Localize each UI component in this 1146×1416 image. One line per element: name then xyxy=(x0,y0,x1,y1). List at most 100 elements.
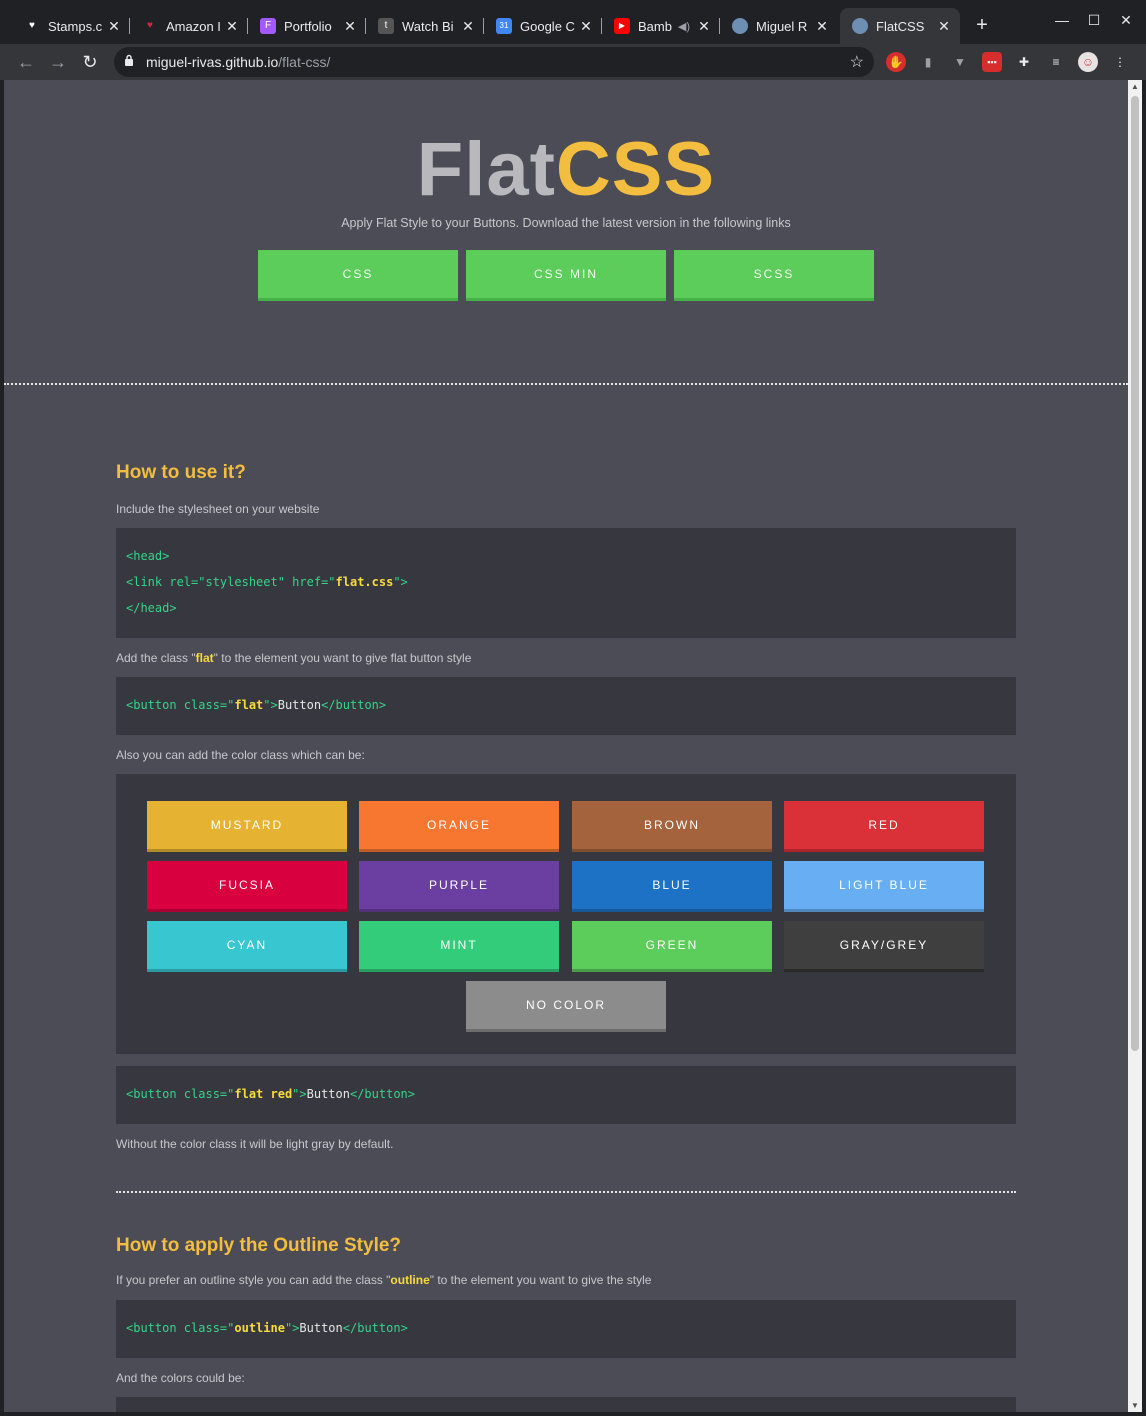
text-part: If you prefer an outline style you can a… xyxy=(116,1273,391,1287)
tab-favicon-icon: ▶ xyxy=(614,18,630,34)
browser-tab[interactable]: t Watch Bi ✕ xyxy=(366,8,484,44)
close-tab-icon[interactable]: ✕ xyxy=(696,18,712,35)
browser-tab[interactable]: F Portfolio ✕ xyxy=(248,8,366,44)
code-part: </button> xyxy=(342,1321,408,1335)
scroll-up-arrow-icon[interactable]: ▲ xyxy=(1128,82,1142,91)
code-part: "> xyxy=(263,698,278,712)
page-scrollbar[interactable]: ▲ ▼ xyxy=(1128,80,1142,1412)
download-css-button[interactable]: CSS xyxy=(258,250,458,301)
usage-heading: How to use it? xyxy=(116,462,246,483)
tab-favicon-icon: 31 xyxy=(496,18,512,34)
mint-button[interactable]: MINT xyxy=(359,921,559,972)
scroll-down-arrow-icon[interactable]: ▼ xyxy=(1128,1401,1142,1410)
code-block-stylesheet: <head> <link rel="stylesheet" href="flat… xyxy=(116,528,1016,638)
download-css-min-button[interactable]: CSS MIN xyxy=(466,250,666,301)
maximize-icon[interactable]: ☐ xyxy=(1084,12,1104,29)
code-part: <button class=" xyxy=(126,698,235,712)
code-part: </button> xyxy=(349,1087,416,1101)
add-class-text: Add the class "flat" to the element you … xyxy=(116,651,471,665)
text-part: Add the class " xyxy=(116,651,196,665)
browser-tab[interactable]: Miguel R ✕ xyxy=(720,8,838,44)
forward-icon[interactable]: → xyxy=(46,50,70,74)
browser-tab-active[interactable]: FlatCSS ✕ xyxy=(840,8,960,44)
title-flat: Flat xyxy=(416,127,556,212)
address-bar[interactable]: miguel-rivas.github.io/flat-css/ ☆ xyxy=(114,47,874,77)
puzzle-extensions-icon[interactable]: ✚ xyxy=(1014,52,1034,72)
scrollbar-thumb[interactable] xyxy=(1131,96,1139,1051)
back-icon[interactable]: ← xyxy=(14,50,38,74)
code-part: "> xyxy=(393,575,408,589)
download-scss-button[interactable]: SCSS xyxy=(674,250,874,301)
browser-tab[interactable]: ▶ Bamb ◀) ✕ xyxy=(602,8,720,44)
code-part: </button> xyxy=(321,698,387,712)
url-host: miguel-rivas.github.io xyxy=(146,54,279,70)
tab-favicon-icon xyxy=(732,18,748,34)
fucsia-button[interactable]: FUCSIA xyxy=(147,861,347,912)
code-part: "> xyxy=(284,1321,300,1335)
no-color-button[interactable]: NO COLOR xyxy=(466,981,666,1032)
close-tab-icon[interactable]: ✕ xyxy=(460,18,476,35)
code-part: <button class=" xyxy=(126,1087,235,1101)
outline-heading: How to apply the Outline Style? xyxy=(116,1235,402,1256)
cyan-button[interactable]: CYAN xyxy=(147,921,347,972)
tab-title: Watch Bi xyxy=(402,18,454,34)
close-tab-icon[interactable]: ✕ xyxy=(106,18,122,35)
tab-favicon-icon: ♥ xyxy=(29,20,35,31)
minimize-icon[interactable]: — xyxy=(1052,12,1072,28)
hero-subtitle: Apply Flat Style to your Buttons. Downlo… xyxy=(341,216,791,230)
extension-icon[interactable]: ▮ xyxy=(918,52,938,72)
code-block-flat-button: <button class="flat">Button</button> xyxy=(116,677,1016,735)
gray-button[interactable]: GRAY/GREY xyxy=(784,921,984,972)
close-tab-icon[interactable]: ✕ xyxy=(936,18,952,35)
green-button[interactable]: GREEN xyxy=(572,921,772,972)
outline-colors-intro: And the colors could be: xyxy=(116,1371,245,1385)
extension-red-icon[interactable]: ▪▪▪ xyxy=(982,52,1002,72)
code-text: Button xyxy=(299,1321,343,1335)
code-text: Button xyxy=(277,698,322,712)
page-title: FlatCSS xyxy=(4,126,1128,213)
profile-avatar[interactable]: ☺ xyxy=(1078,52,1098,72)
light-blue-button[interactable]: LIGHT BLUE xyxy=(784,861,984,912)
code-line: <head> xyxy=(126,549,170,563)
close-window-icon[interactable]: ✕ xyxy=(1116,12,1136,29)
browser-tab[interactable]: 31 Google C ✕ xyxy=(484,8,602,44)
class-highlight: flat xyxy=(195,651,214,665)
code-line: <button class="flat red">Button</button> xyxy=(126,1087,415,1101)
tab-favicon-icon xyxy=(852,18,868,34)
mustard-button[interactable]: MUSTARD xyxy=(147,801,347,852)
orange-button[interactable]: ORANGE xyxy=(359,801,559,852)
close-tab-icon[interactable]: ✕ xyxy=(578,18,594,35)
speaker-icon[interactable]: ◀) xyxy=(678,20,690,33)
tab-title: Stamps.c xyxy=(48,18,103,34)
close-tab-icon[interactable]: ✕ xyxy=(224,18,240,35)
code-part: <button class=" xyxy=(126,1321,235,1335)
browser-tab[interactable]: ♥ Amazon I ✕ xyxy=(130,8,248,44)
code-part: <link rel="stylesheet" href=" xyxy=(126,575,336,589)
bookmark-star-icon[interactable]: ☆ xyxy=(850,52,864,72)
code-value: flat red xyxy=(234,1087,293,1101)
section-divider xyxy=(116,1191,1016,1193)
vue-devtools-icon[interactable]: ▼ xyxy=(950,52,970,72)
new-tab-icon[interactable]: + xyxy=(970,14,994,37)
close-tab-icon[interactable]: ✕ xyxy=(814,18,830,35)
tab-title: FlatCSS xyxy=(876,18,925,34)
blue-button[interactable]: BLUE xyxy=(572,861,772,912)
browser-tab[interactable]: ♥ Stamps.c ✕ xyxy=(12,8,130,44)
brown-button[interactable]: BROWN xyxy=(572,801,772,852)
section-divider xyxy=(4,383,1128,385)
media-control-icon[interactable]: ≡ xyxy=(1046,52,1066,72)
code-line: <button class="flat">Button</button> xyxy=(126,698,386,712)
tab-title: Amazon I xyxy=(166,18,221,34)
close-tab-icon[interactable]: ✕ xyxy=(342,18,358,35)
code-line: <button class="outline">Button</button> xyxy=(126,1321,408,1335)
red-button[interactable]: RED xyxy=(784,801,984,852)
tab-favicon-icon: F xyxy=(260,18,276,34)
code-value: outline xyxy=(234,1321,285,1335)
reload-icon[interactable]: ↻ xyxy=(78,50,102,74)
code-line: <link rel="stylesheet" href="flat.css"> xyxy=(126,575,408,589)
code-line: </head> xyxy=(126,601,177,615)
menu-kebab-icon[interactable]: ⋮ xyxy=(1110,52,1130,72)
tab-favicon-icon: ♥ xyxy=(147,20,153,31)
adblock-extension-icon[interactable]: ✋ xyxy=(886,52,906,72)
purple-button[interactable]: PURPLE xyxy=(359,861,559,912)
